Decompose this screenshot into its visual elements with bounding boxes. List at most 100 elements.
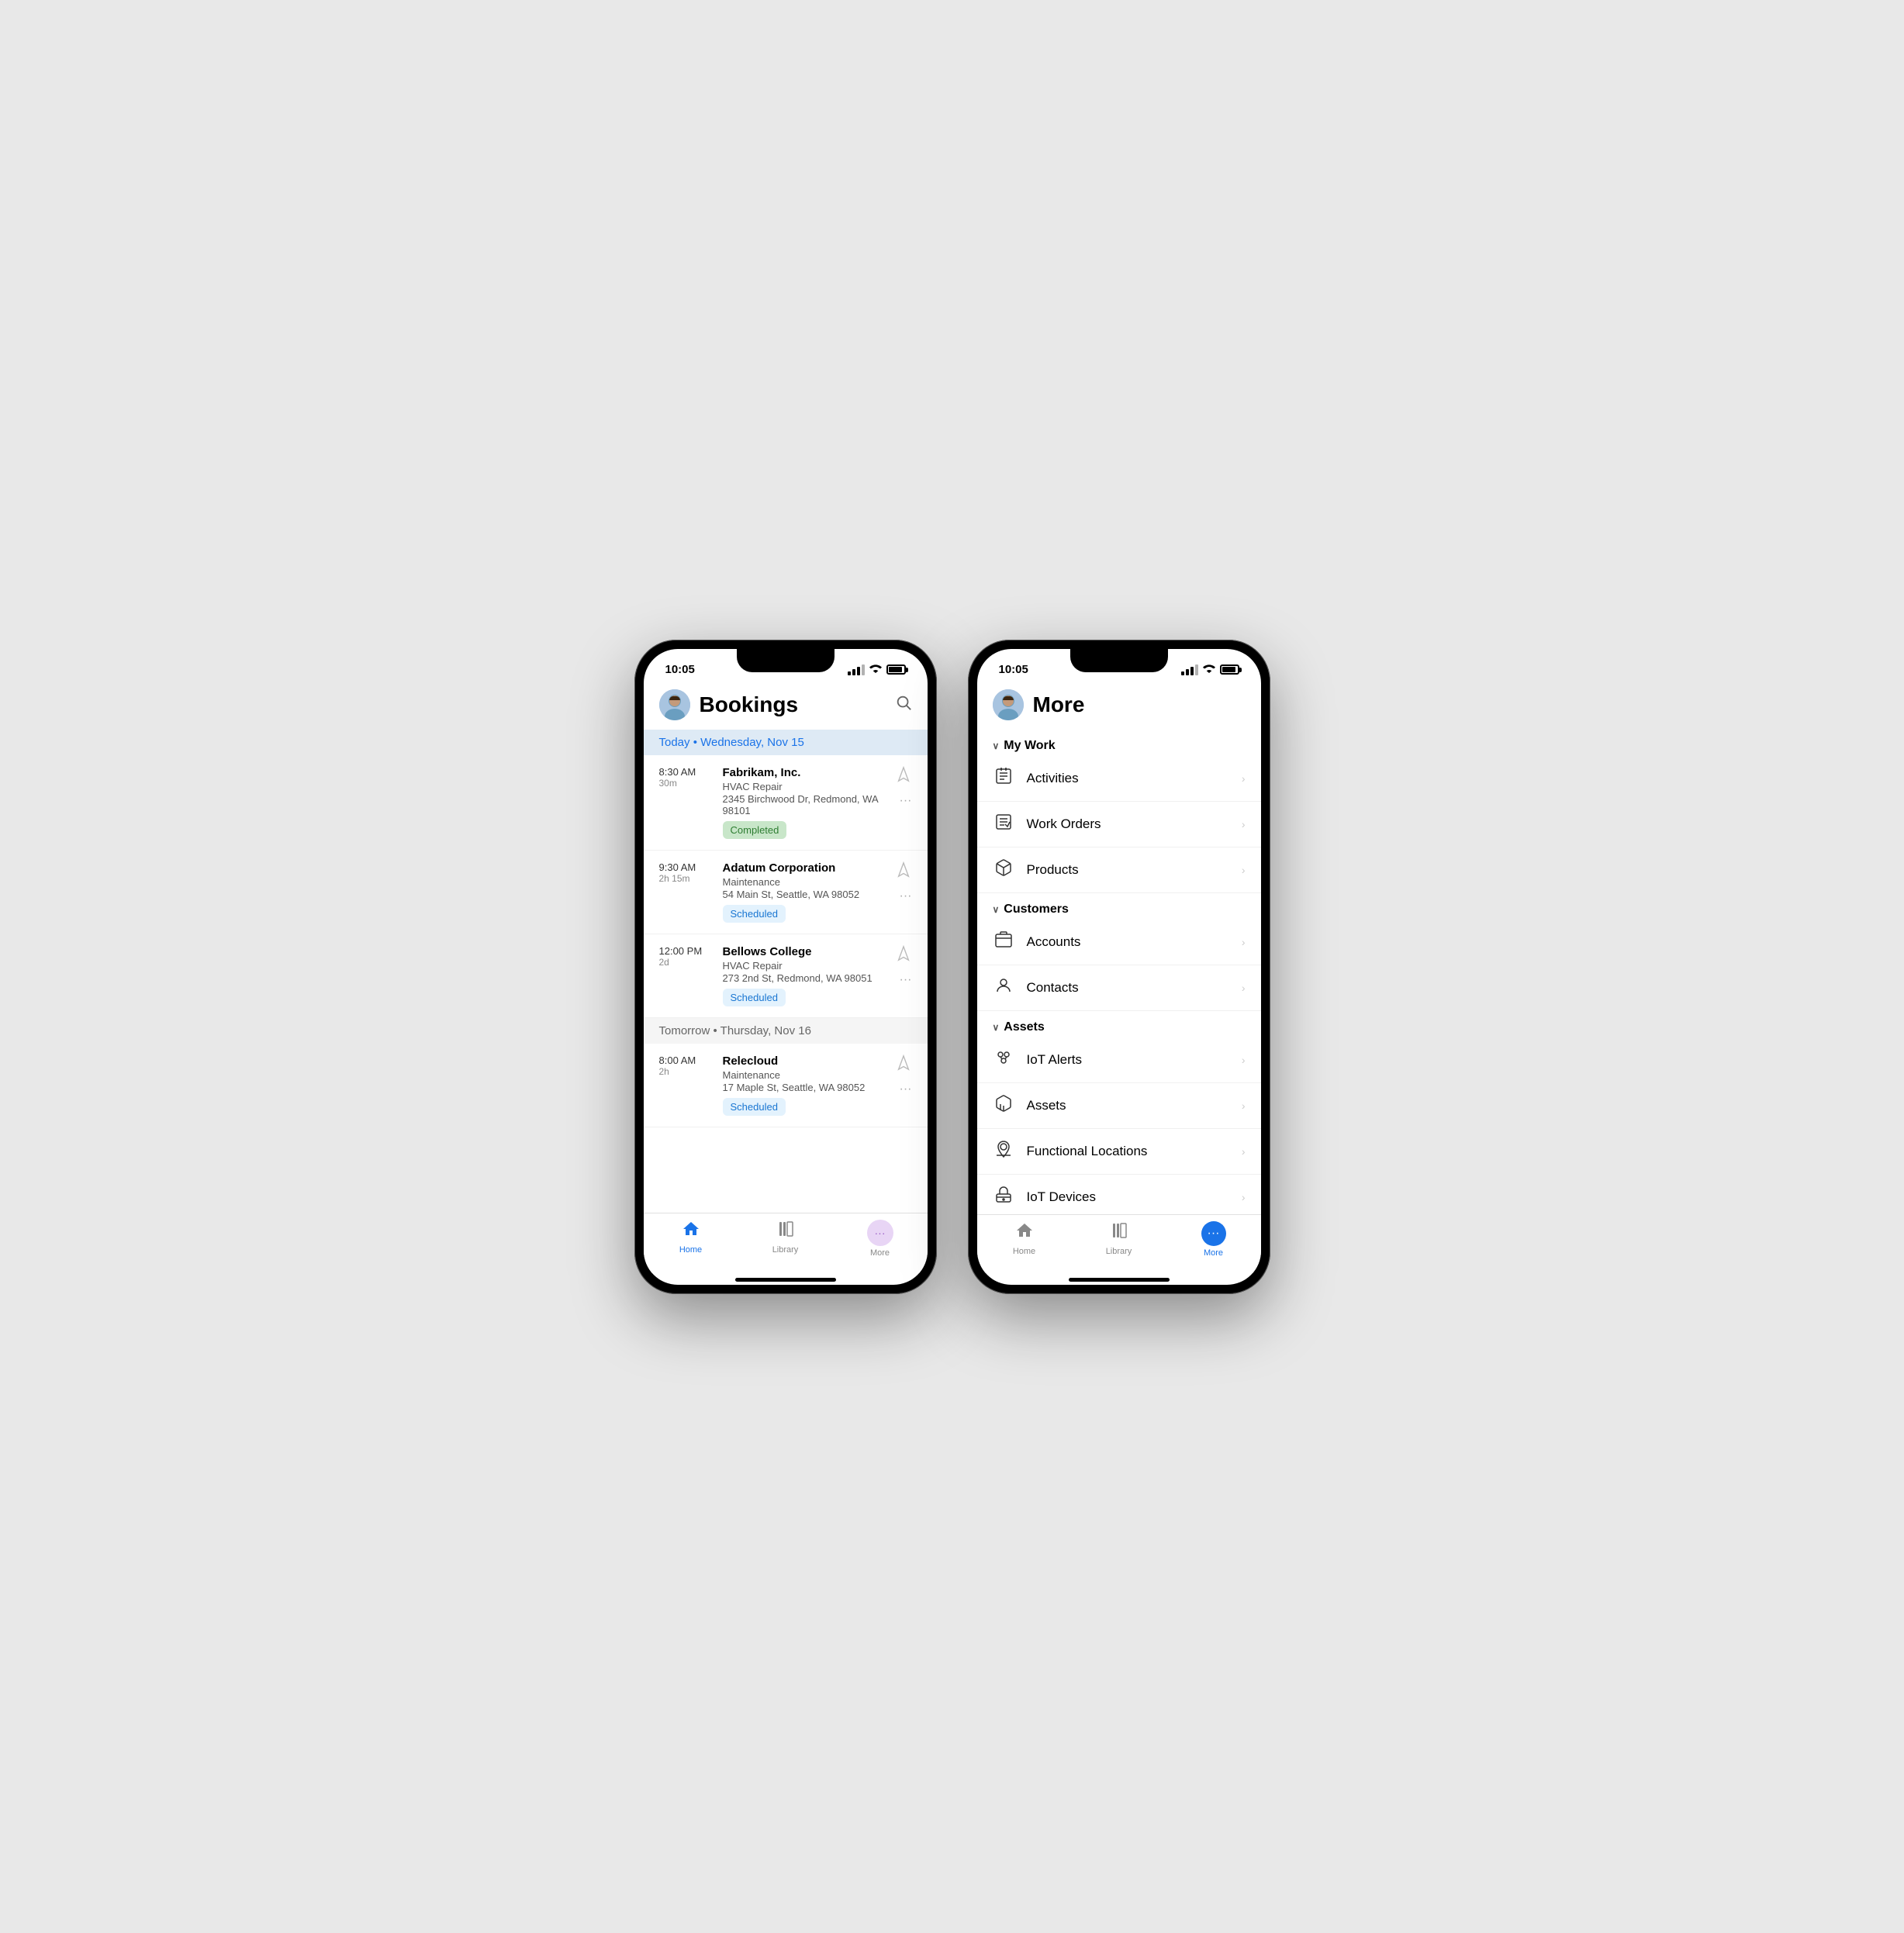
tab-more-right[interactable]: ··· More <box>1166 1221 1261 1258</box>
wifi-icon <box>869 664 882 675</box>
navigate-icon[interactable] <box>895 945 912 967</box>
bookings-list: Today • Wednesday, Nov 15 8:30 AM 30m Fa… <box>644 730 928 1213</box>
battery-icon <box>886 664 906 675</box>
chevron-right-icon: › <box>1242 982 1246 994</box>
booking-details: Relecloud Maintenance 17 Maple St, Seatt… <box>723 1055 884 1116</box>
time-right: 10:05 <box>999 663 1028 676</box>
time-left: 10:05 <box>665 663 695 676</box>
assets-label: Assets <box>1027 1098 1066 1113</box>
booking-actions: ··· <box>895 861 912 903</box>
left-screen: 10:05 <box>644 649 928 1285</box>
menu-item-accounts[interactable]: Accounts › <box>977 920 1261 965</box>
home-indicator <box>735 1278 836 1282</box>
functional-locations-label: Functional Locations <box>1027 1144 1148 1159</box>
more-dots-icon[interactable]: ··· <box>900 794 912 808</box>
more-dots-icon[interactable]: ··· <box>900 889 912 903</box>
tab-home[interactable]: Home <box>644 1220 738 1258</box>
booking-details: Fabrikam, Inc. HVAC Repair 2345 Birchwoo… <box>723 766 884 839</box>
menu-item-functional-locations[interactable]: Functional Locations › <box>977 1129 1261 1175</box>
tab-bar-right: Home Library ··· More <box>977 1214 1261 1273</box>
page-title: Bookings <box>700 692 799 717</box>
tab-library-right[interactable]: Library <box>1072 1221 1166 1258</box>
chevron-right-icon: › <box>1242 818 1246 830</box>
tab-more[interactable]: ··· More <box>833 1220 928 1258</box>
booking-item[interactable]: 8:30 AM 30m Fabrikam, Inc. HVAC Repair 2… <box>644 755 928 851</box>
status-icons-right <box>1181 664 1239 675</box>
work-orders-label: Work Orders <box>1027 816 1101 832</box>
tab-home-right[interactable]: Home <box>977 1221 1072 1258</box>
tab-more-label-right: More <box>1204 1248 1223 1258</box>
iot-devices-icon <box>993 1186 1014 1209</box>
work-orders-icon <box>993 813 1014 836</box>
booking-item[interactable]: 9:30 AM 2h 15m Adatum Corporation Mainte… <box>644 851 928 934</box>
chevron-right-icon: › <box>1242 1191 1246 1203</box>
home-icon-right <box>1015 1221 1034 1244</box>
accounts-label: Accounts <box>1027 934 1081 950</box>
notch <box>737 649 835 672</box>
tab-home-label-right: Home <box>1013 1247 1035 1256</box>
more-page-title: More <box>1033 692 1085 717</box>
tab-bar-left: Home Library ··· More <box>644 1213 928 1273</box>
tab-library[interactable]: Library <box>738 1220 833 1258</box>
accounts-icon <box>993 930 1014 954</box>
menu-item-contacts[interactable]: Contacts › <box>977 965 1261 1011</box>
activities-icon <box>993 767 1014 790</box>
library-icon <box>776 1220 795 1243</box>
menu-item-assets[interactable]: Assets › <box>977 1083 1261 1129</box>
asset-icon <box>993 1094 1014 1117</box>
status-badge: Scheduled <box>723 989 786 1006</box>
today-header: Today • Wednesday, Nov 15 <box>644 730 928 755</box>
search-button[interactable] <box>895 694 912 716</box>
right-phone: 10:05 <box>968 640 1270 1294</box>
menu-item-products[interactable]: Products › <box>977 847 1261 893</box>
booking-actions: ··· <box>895 945 912 987</box>
tab-library-label-right: Library <box>1106 1247 1132 1256</box>
menu-item-work-orders[interactable]: Work Orders › <box>977 802 1261 847</box>
booking-item[interactable]: 12:00 PM 2d Bellows College HVAC Repair … <box>644 934 928 1018</box>
menu-item-activities[interactable]: Activities › <box>977 756 1261 802</box>
iot-devices-label: IoT Devices <box>1027 1189 1096 1205</box>
tomorrow-header: Tomorrow • Thursday, Nov 16 <box>644 1018 928 1044</box>
activities-label: Activities <box>1027 771 1079 786</box>
chevron-right-icon: › <box>1242 936 1246 948</box>
home-indicator-right <box>1069 1278 1170 1282</box>
tab-more-label: More <box>870 1248 890 1258</box>
right-screen: 10:05 <box>977 649 1261 1285</box>
contacts-icon <box>993 976 1014 999</box>
avatar-right[interactable] <box>993 689 1024 720</box>
section-label: Customers <box>1004 903 1069 916</box>
tab-home-label: Home <box>679 1245 702 1255</box>
navigate-icon[interactable] <box>895 861 912 883</box>
more-menu-list: ∨ My Work Activities <box>977 730 1261 1214</box>
chevron-right-icon: › <box>1242 772 1246 785</box>
booking-details: Bellows College HVAC Repair 273 2nd St, … <box>723 945 884 1006</box>
chevron-right-icon: › <box>1242 1099 1246 1112</box>
bookings-header: Bookings <box>644 683 928 730</box>
chevron-down-icon: ∨ <box>993 740 1000 751</box>
products-icon <box>993 858 1014 882</box>
iot-alerts-icon <box>993 1048 1014 1072</box>
contacts-label: Contacts <box>1027 980 1079 996</box>
chevron-right-icon: › <box>1242 1054 1246 1066</box>
more-dots-icon[interactable]: ··· <box>900 1082 912 1096</box>
wifi-icon-right <box>1203 664 1215 675</box>
section-label: My Work <box>1004 739 1055 753</box>
functional-locations-icon <box>993 1140 1014 1163</box>
booking-time: 9:30 AM 2h 15m <box>659 861 712 884</box>
booking-time: 8:30 AM 30m <box>659 766 712 789</box>
signal-icon <box>848 664 865 675</box>
navigate-icon[interactable] <box>895 766 912 788</box>
library-icon-right <box>1110 1221 1128 1244</box>
tab-library-label: Library <box>772 1245 799 1255</box>
status-badge: Scheduled <box>723 905 786 923</box>
menu-item-iot-devices[interactable]: IoT Devices › <box>977 1175 1261 1214</box>
chevron-right-icon: › <box>1242 1145 1246 1158</box>
more-header: More <box>977 683 1261 730</box>
navigate-icon[interactable] <box>895 1055 912 1076</box>
header-left: Bookings <box>659 689 799 720</box>
avatar[interactable] <box>659 689 690 720</box>
booking-time: 8:00 AM 2h <box>659 1055 712 1077</box>
more-dots-icon[interactable]: ··· <box>900 973 912 987</box>
booking-item[interactable]: 8:00 AM 2h Relecloud Maintenance 17 Mapl… <box>644 1044 928 1127</box>
menu-item-iot-alerts[interactable]: IoT Alerts › <box>977 1037 1261 1083</box>
